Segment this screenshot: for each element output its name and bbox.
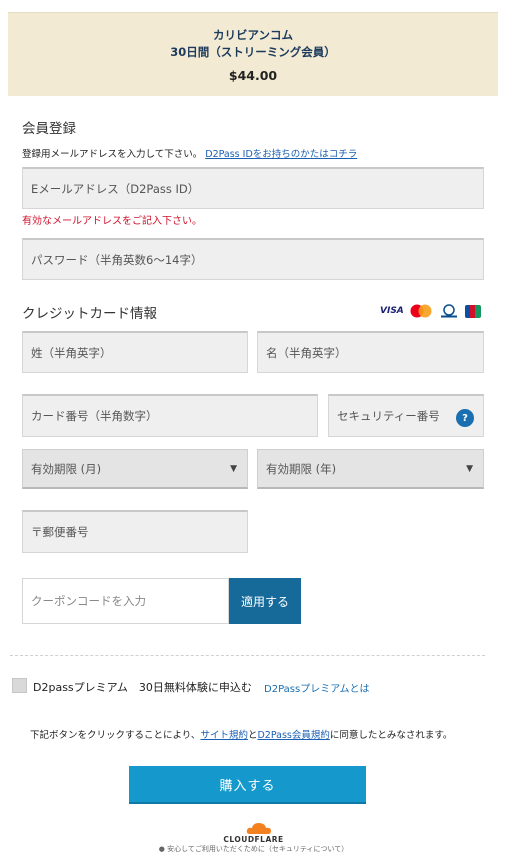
site-terms-link[interactable]: サイト規約 bbox=[200, 730, 248, 741]
email-error-message: 有効なメールアドレスをご記入下さい。 bbox=[22, 216, 202, 227]
chevron-down-icon: ▼ bbox=[466, 463, 473, 474]
expiry-year-select[interactable]: 有効期限 (年) ▼ bbox=[257, 449, 484, 489]
d2pass-terms-link[interactable]: D2Pass会員規約 bbox=[257, 730, 329, 741]
jcb-icon bbox=[464, 304, 481, 318]
diners-club-icon bbox=[440, 304, 457, 318]
email-field[interactable]: Eメールアドレス（D2Pass ID） bbox=[22, 167, 484, 209]
product-site-name: カリビアンコム bbox=[212, 28, 294, 42]
visa-icon: VISA bbox=[380, 306, 404, 316]
terms-text: 下記ボタンをクリックすることにより、サイト規約とD2Pass会員規約に同意したと… bbox=[30, 730, 453, 741]
cloudflare-cloud-icon bbox=[246, 823, 271, 834]
coupon-input[interactable]: クーポンコードを入力 bbox=[22, 578, 229, 624]
premium-trial-label[interactable]: D2passプレミアム 30日無料体験に申込む bbox=[33, 679, 252, 695]
order-summary: カリビアンコム 30日間（ストリーミング会員） $44.00 bbox=[8, 12, 498, 96]
shield-icon: ● bbox=[158, 845, 165, 853]
security-code-field[interactable]: セキュリティー番号 ? bbox=[328, 394, 484, 437]
chevron-down-icon: ▼ bbox=[230, 463, 237, 474]
purchase-button[interactable]: 購入する bbox=[129, 766, 366, 804]
premium-trial-checkbox[interactable] bbox=[12, 678, 27, 693]
premium-info-link[interactable]: D2Passプレミアムとは bbox=[264, 680, 370, 695]
card-brand-logos: VISA bbox=[380, 303, 481, 319]
first-name-field[interactable]: 名（半角英字） bbox=[257, 331, 484, 373]
apply-coupon-button[interactable]: 適用する bbox=[229, 578, 301, 624]
expiry-month-select[interactable]: 有効期限 (月) ▼ bbox=[22, 449, 248, 489]
d2pass-login-link[interactable]: D2Pass IDをお持ちのかたはコチラ bbox=[205, 149, 357, 160]
mastercard-icon bbox=[410, 304, 432, 318]
cloudflare-logo-text: CLOUDFLARE bbox=[223, 835, 284, 844]
product-plan: 30日間（ストリーミング会員） bbox=[170, 45, 336, 59]
password-field[interactable]: パスワード（半角英数6～14字） bbox=[22, 238, 484, 280]
registration-title: 会員登録 bbox=[22, 121, 76, 137]
help-icon[interactable]: ? bbox=[456, 409, 474, 427]
card-section-title: クレジットカード情報 bbox=[22, 306, 157, 322]
divider bbox=[10, 655, 485, 656]
product-price: $44.00 bbox=[228, 68, 278, 83]
postal-code-field[interactable]: 〒郵便番号 bbox=[22, 510, 248, 553]
card-number-field[interactable]: カード番号（半角数字） bbox=[22, 394, 318, 437]
security-note: ● 安心してご利用いただくために（セキュリティについて） bbox=[158, 845, 349, 853]
registration-instruction: 登録用メールアドレスを入力して下さい。 D2Pass IDをお持ちのかたはコチラ bbox=[22, 149, 358, 160]
last-name-field[interactable]: 姓（半角英字） bbox=[22, 331, 248, 373]
